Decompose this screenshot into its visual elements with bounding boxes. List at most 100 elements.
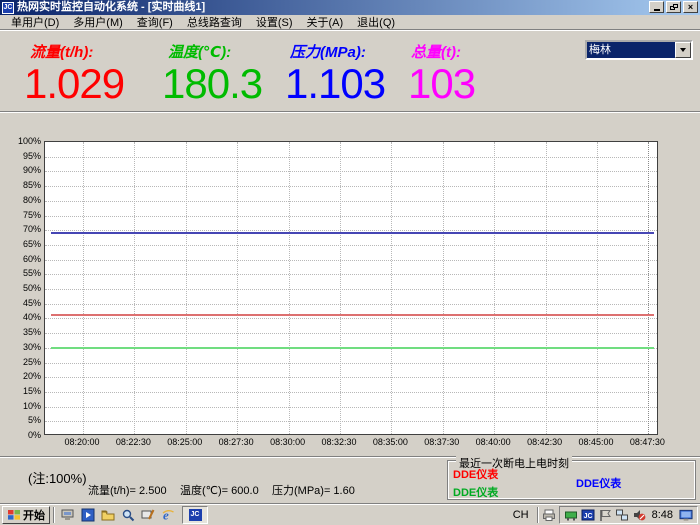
menu-bar: 单用户(D)多用户(M)查询(F)总线路查询设置(S)关于(A)退出(Q)	[0, 15, 700, 30]
internet-explorer-button[interactable]: e	[158, 506, 178, 524]
series-line-0	[51, 232, 654, 234]
gridline-h	[45, 186, 657, 187]
readout-value-flow: 1.029	[24, 64, 124, 104]
gridline-v	[546, 142, 547, 434]
x-tick-label: 08:47:30	[621, 437, 673, 447]
x-tick-label: 08:42:30	[519, 437, 571, 447]
taskbar-separator	[53, 507, 55, 523]
y-tick-label: 50%	[8, 283, 41, 293]
y-tick-label: 40%	[8, 312, 41, 322]
y-tick-label: 75%	[8, 210, 41, 220]
minimize-button[interactable]	[649, 1, 664, 13]
y-tick-label: 25%	[8, 357, 41, 367]
gridline-h	[45, 274, 657, 275]
gridline-h	[45, 377, 657, 378]
network-adapter-icon[interactable]	[564, 508, 578, 522]
y-tick-label: 15%	[8, 386, 41, 396]
y-tick-label: 100%	[8, 136, 41, 146]
folder-button[interactable]	[98, 506, 118, 524]
readout-value-total: 103	[408, 64, 475, 104]
gridline-h	[45, 392, 657, 393]
reference-value-1: 温度(℃)= 600.0	[180, 482, 259, 498]
readout-value-pressure: 1.103	[285, 64, 385, 104]
title-bar: JC 热网实时监控自动化系统 - [实时曲线1] ×	[0, 0, 700, 15]
windows-logo-icon	[7, 508, 21, 522]
gridline-h	[45, 171, 657, 172]
dde-meter-label-2: DDE仪表	[576, 475, 621, 491]
close-icon: ×	[688, 3, 693, 12]
gridline-h	[45, 260, 657, 261]
menu-item-2[interactable]: 查询(F)	[130, 14, 180, 30]
gridline-v	[237, 142, 238, 434]
station-select-dropdown-button[interactable]	[675, 42, 691, 58]
y-tick-label: 5%	[8, 415, 41, 425]
trend-chart-plot	[44, 141, 658, 435]
menu-item-3[interactable]: 总线路查询	[180, 14, 249, 30]
series-line-2	[51, 347, 654, 349]
media-player-button[interactable]	[78, 506, 98, 524]
workstation-icon	[61, 508, 75, 522]
gridline-v	[186, 142, 187, 434]
chevron-down-icon	[680, 48, 686, 52]
y-tick-label: 55%	[8, 268, 41, 278]
gridline-v	[289, 142, 290, 434]
fullscale-note: (注:100%)	[28, 468, 87, 487]
svg-text:JC: JC	[583, 513, 592, 520]
close-button[interactable]: ×	[683, 1, 698, 13]
language-indicator[interactable]: CH	[508, 509, 534, 521]
readout-label-temperature: 温度(℃):	[168, 41, 231, 62]
taskbar: 开始 e JC CH JC 8:48	[0, 503, 700, 525]
menu-item-5[interactable]: 关于(A)	[300, 14, 351, 30]
taskbar-separator	[537, 507, 539, 523]
station-select[interactable]: 梅林	[585, 40, 693, 60]
taskbar-clock[interactable]: 8:48	[649, 509, 676, 521]
workstation-button[interactable]	[58, 506, 78, 524]
reference-value-0: 流量(t/h)= 2.500	[88, 482, 167, 498]
x-tick-label: 08:25:00	[159, 437, 211, 447]
restore-button[interactable]	[666, 1, 681, 13]
gridline-v	[597, 142, 598, 434]
gridline-h	[45, 201, 657, 202]
gridline-h	[45, 333, 657, 334]
display-icon[interactable]	[679, 508, 693, 522]
start-button[interactable]: 开始	[2, 506, 50, 524]
gridline-v	[134, 142, 135, 434]
lan-status-icon[interactable]	[615, 508, 629, 522]
folder-icon	[101, 508, 115, 522]
running-task-button[interactable]: JC	[182, 506, 208, 524]
restore-icon	[670, 4, 678, 11]
menu-item-1[interactable]: 多用户(M)	[66, 14, 130, 30]
media-player-icon	[81, 508, 95, 522]
show-desktop-button[interactable]	[138, 506, 158, 524]
x-tick-label: 08:22:30	[107, 437, 159, 447]
search-button[interactable]	[118, 506, 138, 524]
gridline-h	[45, 245, 657, 246]
flag-icon[interactable]	[598, 508, 612, 522]
gridline-h	[45, 230, 657, 231]
menu-item-6[interactable]: 退出(Q)	[350, 14, 402, 30]
app-icon: JC	[2, 2, 14, 14]
gridline-h	[45, 421, 657, 422]
readout-label-flow: 流量(t/h):	[30, 41, 93, 62]
readout-label-pressure: 压力(MPa):	[290, 41, 366, 62]
printer-icon[interactable]	[542, 508, 556, 522]
menu-item-0[interactable]: 单用户(D)	[4, 14, 66, 30]
app-icon: JC	[189, 509, 202, 521]
y-tick-label: 10%	[8, 401, 41, 411]
system-tray: JC 8:48	[559, 506, 698, 524]
reference-value-2: 压力(MPa)= 1.60	[272, 482, 355, 498]
app-tray-icon[interactable]: JC	[581, 508, 595, 522]
y-tick-label: 35%	[8, 327, 41, 337]
start-button-label: 开始	[23, 507, 45, 523]
gridline-v	[83, 142, 84, 434]
gridline-v	[391, 142, 392, 434]
power-event-groupbox: 最近一次断电上电时刻 DDE仪表DDE仪表DDE仪表	[447, 460, 696, 500]
menu-item-4[interactable]: 设置(S)	[249, 14, 300, 30]
x-tick-label: 08:40:00	[467, 437, 519, 447]
x-tick-label: 08:32:30	[313, 437, 365, 447]
y-tick-label: 65%	[8, 239, 41, 249]
y-tick-label: 85%	[8, 180, 41, 190]
volume-muted-icon[interactable]	[632, 508, 646, 522]
y-tick-label: 20%	[8, 371, 41, 381]
search-icon	[121, 508, 135, 522]
